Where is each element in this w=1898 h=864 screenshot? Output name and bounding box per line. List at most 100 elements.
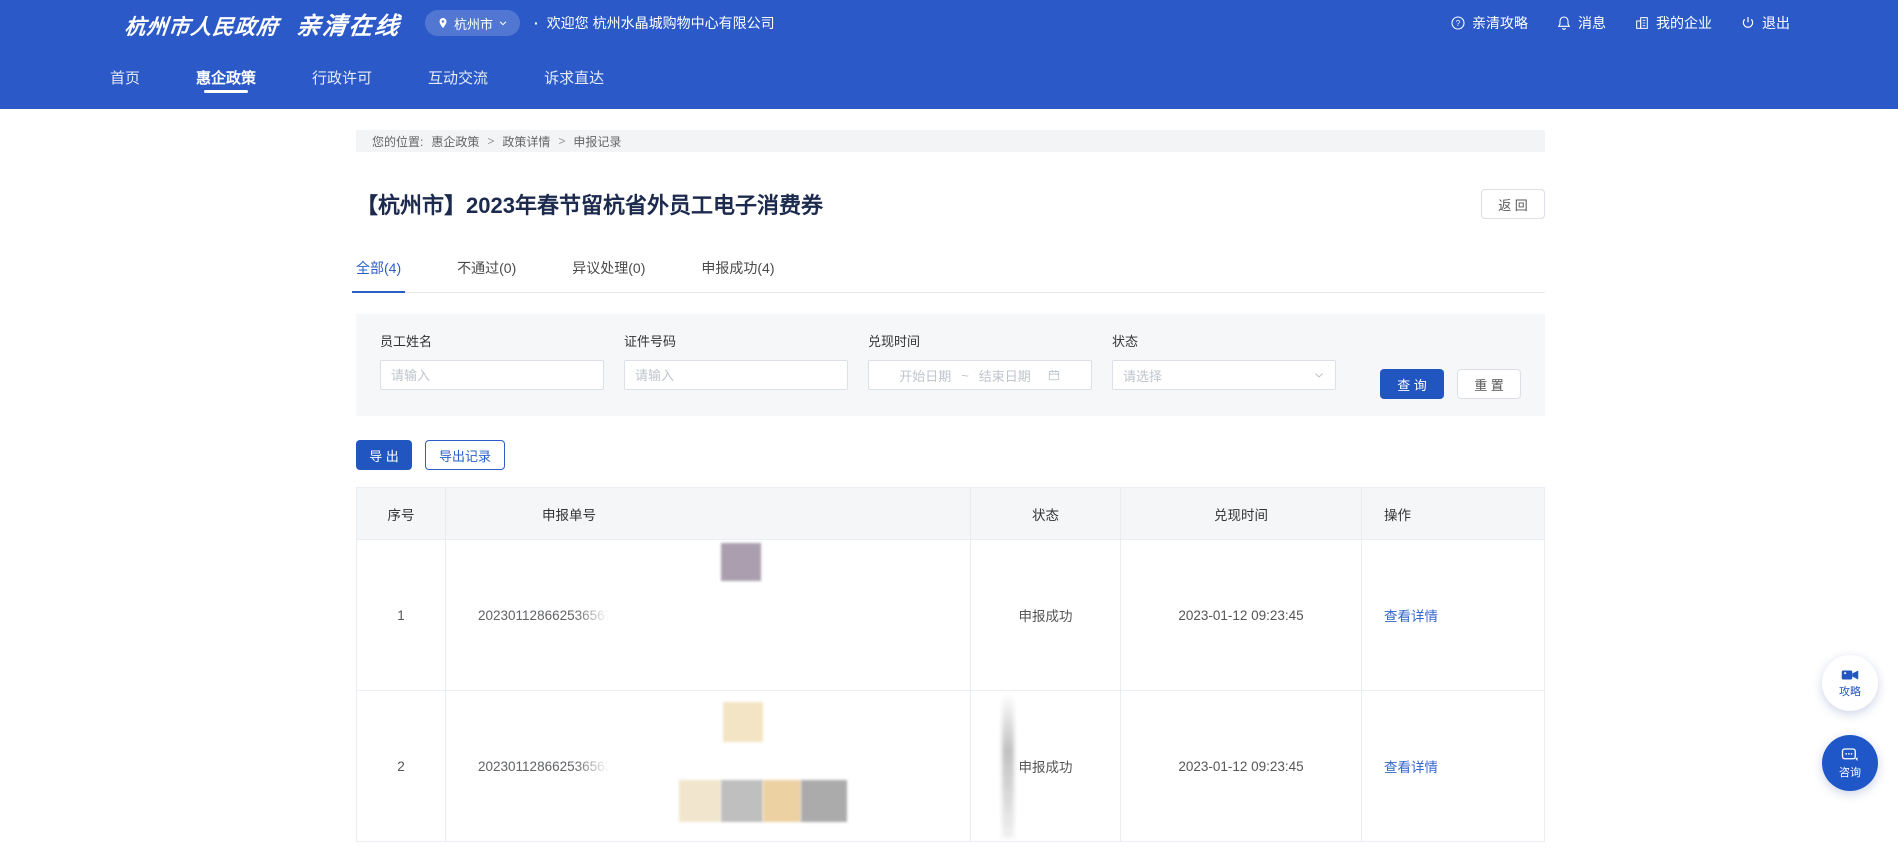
nav-item-appeal[interactable]: 诉求直达	[542, 46, 606, 109]
main-content: 您的位置: 惠企政策 > 政策详情 > 申报记录 【杭州市】2023年春节留杭省…	[356, 109, 1545, 842]
floating-guide-label: 攻略	[1839, 683, 1861, 699]
records-table: 序号 申报单号 状态 兑现时间 操作 1 202301128662536567 …	[356, 487, 1545, 842]
redaction-patch	[679, 780, 721, 822]
nav-item-interaction[interactable]: 互动交流	[426, 46, 490, 109]
cell-redeem-time: 2023-01-12 09:23:45	[1121, 691, 1362, 842]
breadcrumb-prefix: 您的位置:	[372, 133, 423, 150]
brand-logo-text: 亲清在线	[295, 6, 403, 41]
top-bar: 杭州市人民政府 亲清在线 杭州市 · 欢迎您 杭州水晶城购物中心有限公司 ? 亲…	[0, 0, 1898, 46]
quick-links: ? 亲清攻略 消息 我的企业	[1450, 13, 1790, 33]
power-icon	[1740, 15, 1756, 31]
export-records-button[interactable]: 导出记录	[425, 440, 505, 470]
status-select[interactable]: 请选择	[1112, 360, 1336, 390]
redaction-patch	[721, 780, 763, 822]
order-no-value: 202301128662536567	[478, 608, 612, 623]
column-header-order-no: 申报单号	[446, 488, 971, 540]
export-toolbar: 导 出 导出记录	[356, 440, 1545, 470]
employee-name-input[interactable]	[380, 360, 604, 390]
field-status: 状态 请选择	[1112, 331, 1336, 399]
logout-link-label: 退出	[1762, 13, 1790, 33]
cell-order-no: 202301128662536567	[446, 540, 971, 691]
redaction-patch	[763, 780, 801, 822]
status-select-placeholder: 请选择	[1123, 366, 1162, 385]
breadcrumb: 您的位置: 惠企政策 > 政策详情 > 申报记录	[356, 130, 1545, 152]
messages-link-label: 消息	[1578, 13, 1606, 33]
breadcrumb-item-policy[interactable]: 惠企政策	[431, 133, 479, 150]
welcome-company: 欢迎您 杭州水晶城购物中心有限公司	[547, 13, 775, 33]
main-nav: 首页 惠企政策 行政许可 互动交流 诉求直达	[0, 46, 1898, 109]
status-label: 状态	[1112, 331, 1336, 350]
column-header-action: 操作	[1362, 488, 1544, 540]
cell-index: 2	[357, 691, 446, 842]
redaction-smudge	[1002, 693, 1014, 838]
floating-consult-button[interactable]: 咨询	[1822, 735, 1878, 791]
cell-action: 查看详情	[1362, 691, 1544, 842]
employee-name-label: 员工姓名	[380, 331, 604, 350]
breadcrumb-item-policy-detail[interactable]: 政策详情	[502, 133, 550, 150]
map-pin-icon	[437, 16, 449, 30]
field-employee-name: 员工姓名	[380, 331, 604, 399]
question-circle-icon: ?	[1450, 15, 1466, 31]
floating-consult-label: 咨询	[1839, 764, 1861, 780]
chevron-down-icon	[1313, 369, 1325, 381]
tab-dispute[interactable]: 异议处理(0)	[572, 258, 645, 292]
breadcrumb-separator: >	[558, 134, 565, 148]
tab-success[interactable]: 申报成功(4)	[701, 258, 774, 292]
guide-link[interactable]: ? 亲清攻略	[1450, 13, 1528, 33]
floating-guide-button[interactable]: 攻略	[1822, 655, 1878, 711]
view-detail-link[interactable]: 查看详情	[1384, 756, 1438, 776]
welcome-text: · 欢迎您 杭州水晶城购物中心有限公司	[534, 13, 775, 33]
search-button[interactable]: 查 询	[1380, 369, 1444, 399]
chat-bubble-icon	[1841, 747, 1859, 763]
id-number-label: 证件号码	[624, 331, 848, 350]
building-icon	[1634, 15, 1650, 31]
cell-redeem-time: 2023-01-12 09:23:45	[1121, 540, 1362, 691]
cell-status: 申报成功	[971, 540, 1121, 691]
table-row: 2 202301128662536563 申报成功 2023-01-12 09:…	[357, 691, 1544, 842]
tab-all[interactable]: 全部(4)	[356, 258, 401, 292]
gov-logo-text: 杭州市人民政府	[123, 11, 280, 41]
nav-item-administrative-license[interactable]: 行政许可	[310, 46, 374, 109]
redaction-patch	[721, 543, 761, 581]
redaction-patch	[801, 780, 847, 822]
column-header-status: 状态	[971, 488, 1121, 540]
redeem-time-range-picker[interactable]: 开始日期 ~ 结束日期	[868, 360, 1092, 390]
location-selector[interactable]: 杭州市	[425, 10, 520, 36]
back-button[interactable]: 返 回	[1481, 189, 1545, 219]
field-redeem-time: 兑现时间 开始日期 ~ 结束日期	[868, 331, 1092, 399]
svg-text:?: ?	[1456, 19, 1461, 28]
my-enterprise-link-label: 我的企业	[1656, 13, 1712, 33]
start-date-placeholder: 开始日期	[899, 366, 951, 385]
video-camera-icon	[1841, 668, 1859, 682]
column-header-redeem-time: 兑现时间	[1121, 488, 1362, 540]
column-header-index: 序号	[357, 488, 446, 540]
my-enterprise-link[interactable]: 我的企业	[1634, 13, 1712, 33]
site-header: 杭州市人民政府 亲清在线 杭州市 · 欢迎您 杭州水晶城购物中心有限公司 ? 亲…	[0, 0, 1898, 109]
field-id-number: 证件号码	[624, 331, 848, 399]
chevron-down-icon	[498, 18, 508, 28]
nav-item-enterprise-policy[interactable]: 惠企政策	[194, 46, 258, 109]
logout-link[interactable]: 退出	[1740, 13, 1790, 33]
cell-index: 1	[357, 540, 446, 691]
breadcrumb-item-current: 申报记录	[573, 133, 621, 150]
breadcrumb-separator: >	[487, 134, 494, 148]
order-no-value: 202301128662536563	[478, 759, 612, 774]
page-title: 【杭州市】2023年春节留杭省外员工电子消费券	[356, 188, 823, 220]
guide-link-label: 亲清攻略	[1472, 13, 1528, 33]
view-detail-link[interactable]: 查看详情	[1384, 605, 1438, 625]
export-button[interactable]: 导 出	[356, 440, 412, 470]
redeem-time-label: 兑现时间	[868, 331, 1092, 350]
id-number-input[interactable]	[624, 360, 848, 390]
bell-icon	[1556, 15, 1572, 31]
calendar-icon	[1047, 368, 1061, 382]
redaction-patch	[723, 702, 763, 742]
range-separator: ~	[961, 368, 969, 383]
messages-link[interactable]: 消息	[1556, 13, 1606, 33]
table-row: 1 202301128662536567 申报成功 2023-01-12 09:…	[357, 540, 1544, 691]
reset-button[interactable]: 重 置	[1457, 369, 1521, 399]
welcome-separator: ·	[534, 15, 539, 31]
nav-item-home[interactable]: 首页	[108, 46, 142, 109]
filter-buttons: 查 询 重 置	[1380, 369, 1521, 399]
filter-panel: 员工姓名 证件号码 兑现时间 开始日期 ~ 结束日期 状态	[356, 314, 1545, 416]
tab-rejected[interactable]: 不通过(0)	[457, 258, 516, 292]
